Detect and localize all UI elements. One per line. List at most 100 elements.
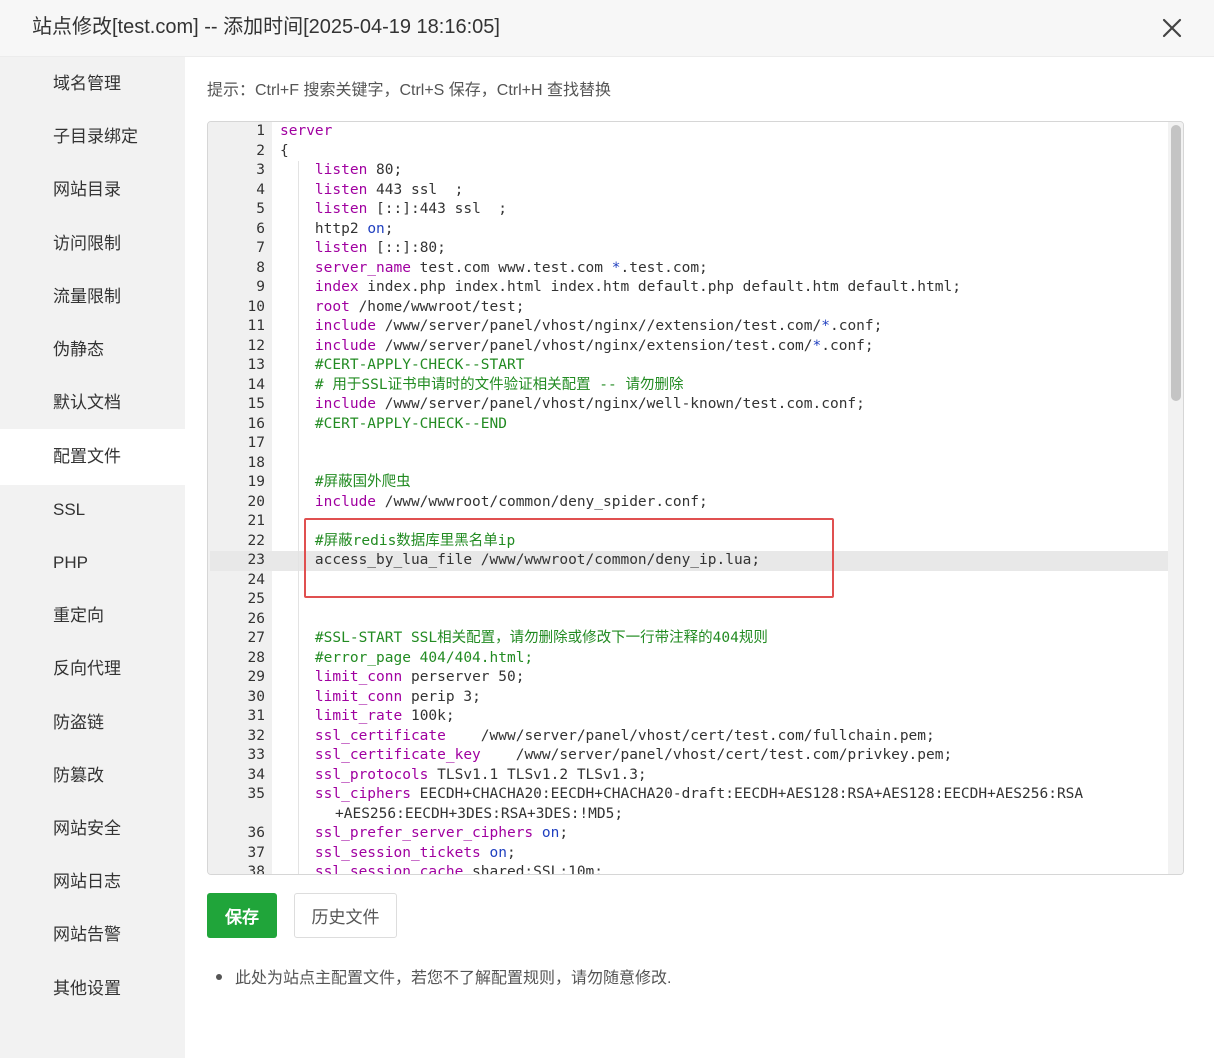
code-line[interactable]: 36 ssl_prefer_server_ciphers on; xyxy=(210,824,1168,844)
code-line[interactable]: 29 limit_conn perserver 50; xyxy=(210,668,1168,688)
sidebar-item-subdir-binding[interactable]: 子目录绑定 xyxy=(0,110,185,164)
code-text: limit_conn perserver 50; xyxy=(314,669,525,685)
code-text: # 用于SSL证书申请时的文件验证相关配置 -- 请勿删除 xyxy=(280,376,684,393)
code-line[interactable]: 10 root /home/wwwroot/test; xyxy=(210,297,1168,317)
scrollbar-thumb[interactable] xyxy=(1171,125,1181,401)
code-line[interactable]: 16 #CERT-APPLY-CHECK--END xyxy=(210,414,1168,434)
code-text: limit_rate 100k; xyxy=(314,708,455,724)
line-number: 25 xyxy=(247,591,265,607)
code-line[interactable]: 1 server xyxy=(210,122,1168,142)
code-line[interactable]: 27 #SSL-START SSL相关配置，请勿删除或修改下一行带注释的404规… xyxy=(210,629,1168,649)
sidebar-item-redirect[interactable]: 重定向 xyxy=(0,589,185,643)
sidebar-item-label: SSL xyxy=(53,500,86,519)
code-line[interactable]: 19 #屏蔽国外爬虫 xyxy=(210,473,1168,493)
sidebar-item-access-limit[interactable]: 访问限制 xyxy=(0,217,185,271)
sidebar-item-label: 防篡改 xyxy=(53,766,104,785)
line-number: 35 xyxy=(247,786,265,802)
code-text: listen 443 ssl ; xyxy=(314,181,464,198)
code-line[interactable]: 28 #error_page 404/404.html; xyxy=(210,648,1168,668)
code-content[interactable]: 1 server 2{3 listen 80; 4 listen 443 ssl ; 5… xyxy=(210,122,1168,874)
code-line[interactable]: 20 include /www/wwwroot/common/deny_spid… xyxy=(210,492,1168,512)
line-number: 29 xyxy=(247,669,265,685)
line-number: 1 xyxy=(256,123,265,139)
line-number: 17 xyxy=(247,435,265,451)
code-line[interactable]: 31 limit_rate 100k; xyxy=(210,707,1168,727)
code-line[interactable]: 12 include /www/server/panel/vhost/nginx… xyxy=(210,336,1168,356)
line-number: 19 xyxy=(247,474,265,490)
line-number: 26 xyxy=(247,610,265,627)
sidebar-item-reverse-proxy[interactable]: 反向代理 xyxy=(0,642,185,696)
save-button[interactable]: 保存 xyxy=(207,893,277,938)
code-line[interactable]: 9 index index.php index.html index.htm d… xyxy=(210,278,1168,298)
line-number: 20 xyxy=(247,493,265,510)
sidebar-item-traffic-limit[interactable]: 流量限制 xyxy=(0,270,185,324)
history-files-button[interactable]: 历史文件 xyxy=(294,893,397,938)
code-line[interactable]: 11 include /www/server/panel/vhost/nginx… xyxy=(210,317,1168,337)
editor-scrollbar[interactable] xyxy=(1168,122,1183,874)
code-text: { xyxy=(280,142,289,159)
sidebar-item-label: 网站日志 xyxy=(53,872,121,891)
sidebar-item-domain[interactable]: 域名管理 xyxy=(0,57,185,111)
line-number: 23 xyxy=(247,552,265,568)
sidebar-item-label: 网站告警 xyxy=(53,925,121,944)
sidebar-item-hotlink-protection[interactable]: 防盗链 xyxy=(0,696,185,750)
line-number: 6 xyxy=(256,220,265,237)
code-text: ssl_certificate_key /www/server/panel/vh… xyxy=(314,747,953,763)
code-text: include /www/server/panel/vhost/nginx/we… xyxy=(314,396,865,412)
sidebar-item-tamper-protection[interactable]: 防篡改 xyxy=(0,749,185,803)
editor-hint: 提示：Ctrl+F 搜索关键字，Ctrl+S 保存，Ctrl+H 查找替换 xyxy=(207,82,612,99)
code-line[interactable]: 15 include /www/server/panel/vhost/nginx… xyxy=(210,395,1168,415)
code-line[interactable]: 4 listen 443 ssl ; xyxy=(210,180,1168,200)
code-line[interactable]: 14 # 用于SSL证书申请时的文件验证相关配置 -- 请勿删除 xyxy=(210,375,1168,395)
code-line[interactable]: 5 listen [::]:443 ssl ; xyxy=(210,200,1168,220)
code-line[interactable]: 30 limit_conn perip 3; xyxy=(210,687,1168,707)
sidebar-item-site-directory[interactable]: 网站目录 xyxy=(0,163,185,217)
code-line[interactable]: 34 ssl_protocols TLSv1.1 TLSv1.2 TLSv1.3… xyxy=(210,765,1168,785)
sidebar-item-label: 域名管理 xyxy=(53,74,121,93)
code-line[interactable]: 7 listen [::]:80; xyxy=(210,239,1168,259)
code-line[interactable]: 17 xyxy=(210,434,1168,454)
code-text: #屏蔽国外爬虫 xyxy=(280,474,411,490)
sidebar-item-label: 默认文档 xyxy=(53,393,121,412)
sidebar-item-config-file[interactable]: 配置文件 xyxy=(0,429,185,485)
line-number: 21 xyxy=(247,513,265,529)
code-text: http2 on; xyxy=(280,220,394,237)
code-line[interactable]: 32 ssl_certificate /www/server/panel/vho… xyxy=(210,726,1168,746)
code-line[interactable]: 2{ xyxy=(210,142,1168,162)
code-line[interactable]: 35 ssl_ciphers EECDH+CHACHA20:EECDH+CHAC… xyxy=(210,785,1168,824)
sidebar-item-site-logs[interactable]: 网站日志 xyxy=(0,855,185,909)
line-number: 4 xyxy=(256,181,265,198)
sidebar-item-other-settings[interactable]: 其他设置 xyxy=(0,962,185,1016)
line-number: 24 xyxy=(247,571,265,588)
sidebar-item-ssl[interactable]: SSL xyxy=(0,483,185,537)
line-number: 14 xyxy=(247,376,265,393)
sidebar: 域名管理 子目录绑定 网站目录 访问限制 流量限制 伪静态 默认文档 配置文件 … xyxy=(0,57,185,1058)
code-text: #error_page 404/404.html; xyxy=(280,649,534,666)
line-number: 16 xyxy=(247,415,265,432)
close-icon[interactable] xyxy=(1158,14,1186,42)
code-text: listen 80; xyxy=(314,162,403,178)
code-line[interactable]: 38 ssl_session_cache shared:SSL:10m; xyxy=(210,863,1168,874)
code-line[interactable]: 18 xyxy=(210,453,1168,473)
code-line[interactable]: 13 #CERT-APPLY-CHECK--START xyxy=(210,356,1168,376)
sidebar-item-default-doc[interactable]: 默认文档 xyxy=(0,376,185,430)
sidebar-item-label: PHP xyxy=(53,553,88,572)
code-text: include /www/server/panel/vhost/nginx//e… xyxy=(314,318,883,334)
code-line[interactable]: 26 xyxy=(210,609,1168,629)
code-line[interactable]: 8 server_name test.com www.test.com *.te… xyxy=(210,258,1168,278)
code-line[interactable]: 3 listen 80; xyxy=(210,161,1168,181)
sidebar-item-rewrite[interactable]: 伪静态 xyxy=(0,323,185,377)
code-editor[interactable]: 1 server 2{3 listen 80; 4 listen 443 ssl ; 5… xyxy=(207,121,1184,875)
sidebar-item-site-alerts[interactable]: 网站告警 xyxy=(0,908,185,962)
line-number: 22 xyxy=(247,532,265,549)
code-line[interactable]: 33 ssl_certificate_key /www/server/panel… xyxy=(210,746,1168,766)
code-text: ssl_certificate /www/server/panel/vhost/… xyxy=(314,727,935,744)
code-text: listen [::]:80; xyxy=(314,240,446,256)
code-line[interactable]: 6 http2 on; xyxy=(210,219,1168,239)
line-number: 27 xyxy=(247,630,265,646)
code-line[interactable]: 37 ssl_session_tickets on; xyxy=(210,843,1168,863)
sidebar-item-php[interactable]: PHP xyxy=(0,536,185,590)
dialog-titlebar: 站点修改[test.com] -- 添加时间[2025-04-19 18:16:… xyxy=(0,0,1214,57)
sidebar-item-site-security[interactable]: 网站安全 xyxy=(0,802,185,856)
sidebar-item-label: 伪静态 xyxy=(53,340,104,359)
